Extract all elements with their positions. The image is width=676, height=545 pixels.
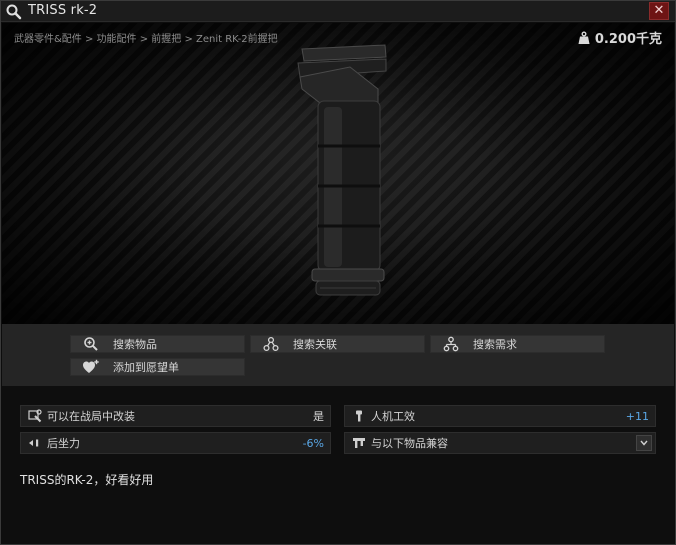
ergonomics-value: +11 [625,409,649,423]
compatible-items-dropdown[interactable]: 与以下物品兼容 [344,432,656,454]
hierarchy-icon [441,335,461,353]
search-requirements-label: 搜索需求 [473,338,517,351]
search-related-button[interactable]: 搜索关联 [250,335,425,353]
foregrip-image [297,44,387,296]
raid-modding-label: 可以在战局中改装 [47,410,135,423]
action-panel: 搜索物品 搜索关联 搜索需求 添加到愿望单 [2,324,674,386]
search-item-label: 搜索物品 [113,338,157,351]
item-weight: 0.200千克 [577,28,662,47]
link-nodes-icon [261,335,281,353]
title-bar[interactable]: TRISS rk-2 ✕ [1,1,675,22]
expand-compatible-button[interactable] [636,435,652,451]
recoil-icon [27,435,43,451]
raid-modding-stat: 可以在战局中改装 是 [20,405,331,427]
search-icon [6,4,22,20]
ergonomics-label: 人机工效 [371,410,415,423]
magnify-plus-icon [81,335,101,353]
breadcrumb: 武器零件&配件 > 功能配件 > 前握把 > Zenit RK-2前握把 [14,34,278,45]
wrench-icon [27,408,43,424]
search-item-button[interactable]: 搜索物品 [70,335,245,353]
item-preview: 武器零件&配件 > 功能配件 > 前握把 > Zenit RK-2前握把 0.2… [2,23,674,324]
compatibility-icon [351,435,367,451]
add-wishlist-button[interactable]: 添加到愿望单 [70,358,245,376]
item-inspect-window: TRISS rk-2 ✕ 武器零件&配件 > 功能配件 > 前握把 > Zeni… [0,0,676,545]
weight-icon [578,31,590,44]
recoil-value: -6% [302,436,324,450]
search-requirements-button[interactable]: 搜索需求 [430,335,605,353]
window-title: TRISS rk-2 [28,3,98,18]
close-button[interactable]: ✕ [649,2,669,20]
ergonomics-stat: 人机工效 +11 [344,405,656,427]
item-description: TRISS的RK-2，好看好用 [20,473,154,487]
raid-modding-value: 是 [313,410,324,423]
search-related-label: 搜索关联 [293,338,337,351]
ergonomics-icon [351,408,367,424]
recoil-stat: 后坐力 -6% [20,432,331,454]
recoil-label: 后坐力 [47,437,80,450]
stats-panel: 可以在战局中改装 是 人机工效 +11 后坐力 -6% 与以下物品兼容 TRIS… [2,386,674,544]
add-wishlist-label: 添加到愿望单 [113,361,179,374]
weight-value: 0.200千克 [594,32,662,47]
compatible-label: 与以下物品兼容 [371,437,448,450]
chevron-down-icon [640,440,648,446]
heart-plus-icon [81,358,101,376]
